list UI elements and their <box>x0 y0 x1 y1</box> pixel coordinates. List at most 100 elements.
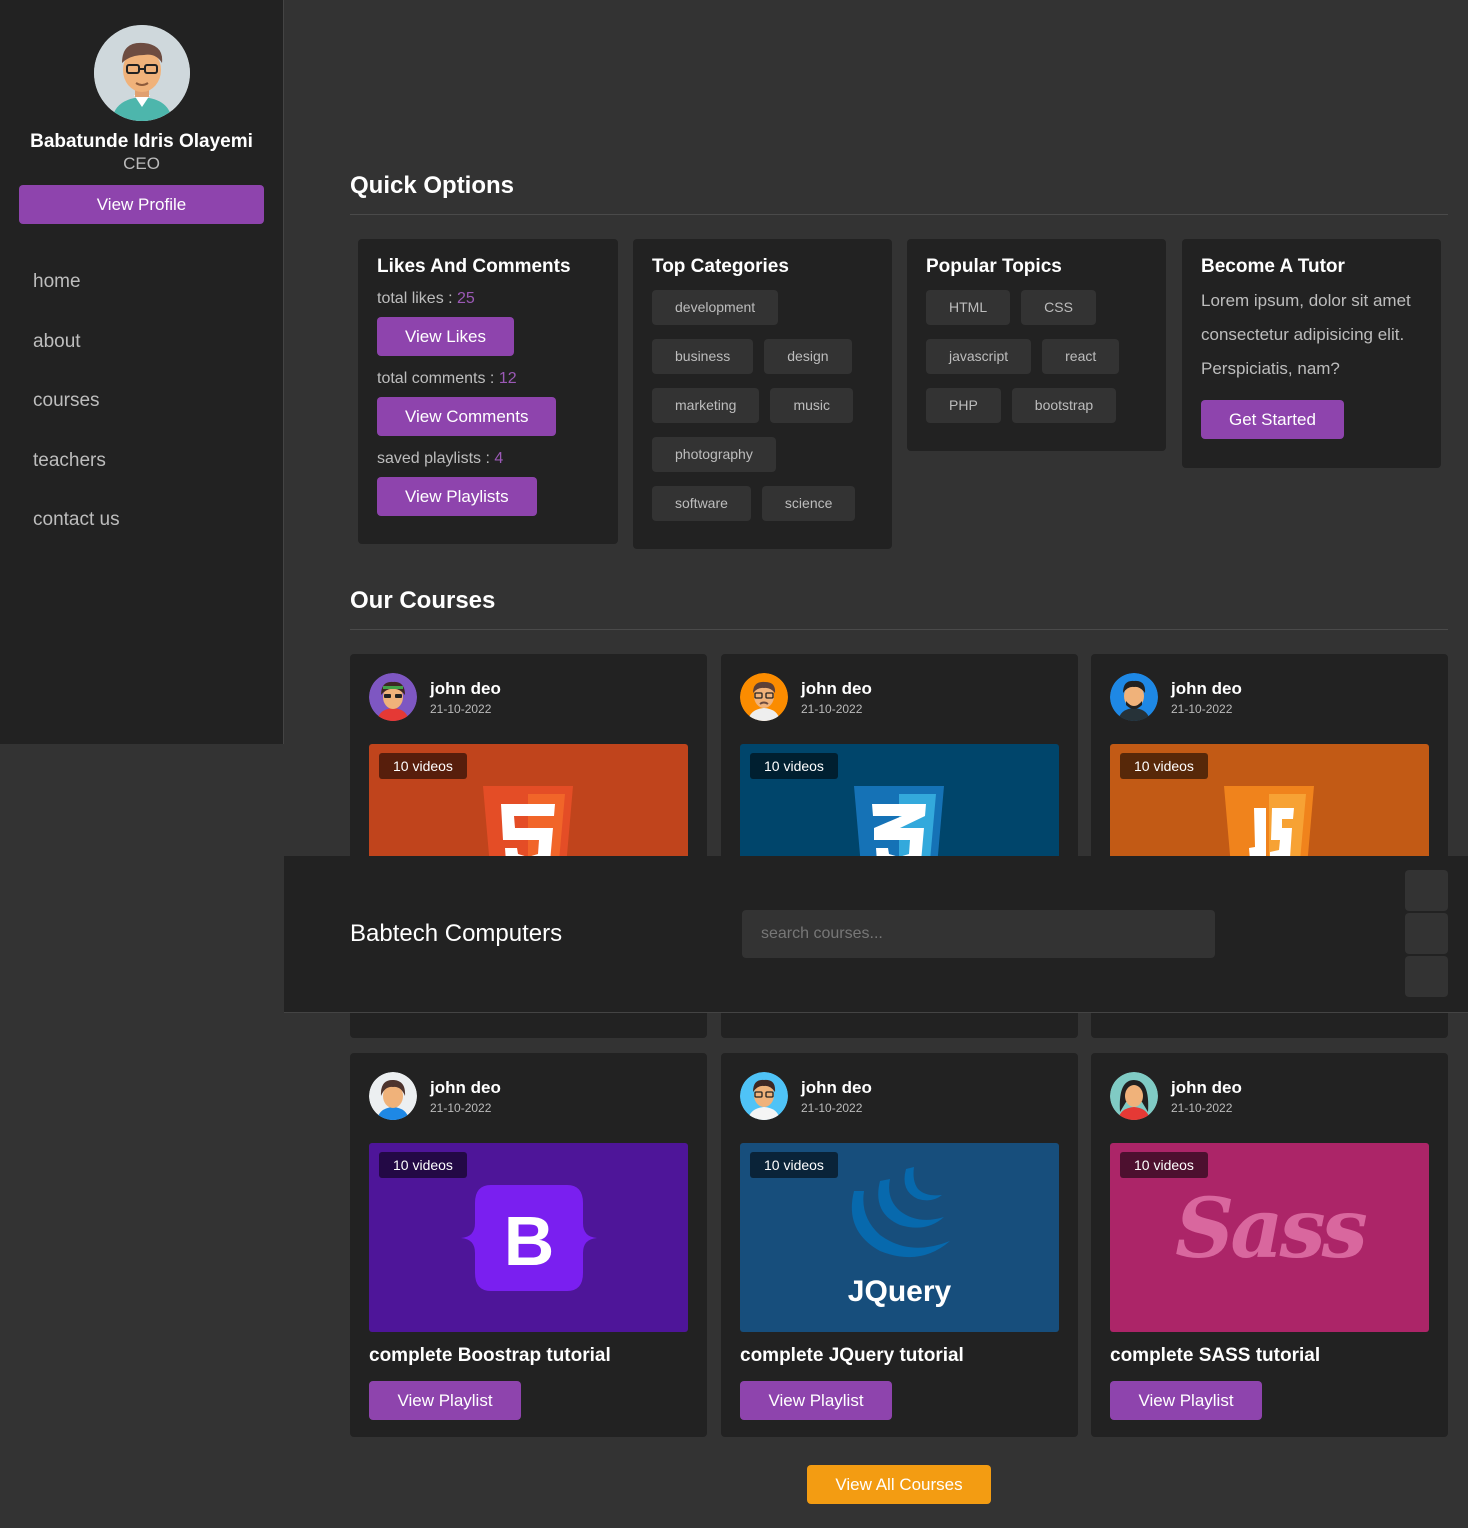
tag-marketing[interactable]: marketing <box>652 388 760 423</box>
tutor-info: john deo 21-10-2022 <box>1171 679 1242 716</box>
view-all-courses-button[interactable]: View All Courses <box>807 1465 991 1504</box>
sidebar: Babatunde Idris Olayemi CEO View Profile… <box>0 0 284 744</box>
course-thumbnail[interactable]: JQuery 10 videos <box>740 1143 1059 1332</box>
tutor-name[interactable]: john deo <box>430 679 501 699</box>
total-comments-label: total comments : <box>377 370 499 387</box>
total-likes: total likes : 25 <box>377 290 599 308</box>
view-playlist-button[interactable]: View Playlist <box>740 1381 892 1420</box>
tutor-row: john deo 21-10-2022 <box>1110 673 1429 721</box>
tutor-row: john deo 21-10-2022 <box>740 1072 1059 1120</box>
view-comments-button[interactable]: View Comments <box>377 397 557 436</box>
get-started-button[interactable]: Get Started <box>1201 400 1344 439</box>
tutor-avatar <box>740 1072 788 1120</box>
view-playlist-button[interactable]: View Playlist <box>369 1381 521 1420</box>
video-count-badge: 10 videos <box>379 753 467 779</box>
our-courses-title: Our Courses <box>350 587 496 614</box>
nav-item-contact[interactable]: contact us <box>0 494 283 554</box>
search-input[interactable] <box>742 910 1215 958</box>
nav-item-teachers[interactable]: teachers <box>0 435 283 495</box>
popular-topics-box: Popular Topics HTML CSS javascript react… <box>907 239 1166 451</box>
saved-playlists-value: 4 <box>494 450 504 467</box>
tutor-name[interactable]: john deo <box>1171 679 1242 699</box>
tag-development[interactable]: development <box>652 290 779 325</box>
tag-photography[interactable]: photography <box>652 437 776 472</box>
profile-name: Babatunde Idris Olayemi <box>30 131 253 152</box>
view-playlists-button[interactable]: View Playlists <box>377 477 537 516</box>
tag-javascript[interactable]: javascript <box>926 339 1032 374</box>
jquery-logo-text: JQuery <box>847 1275 952 1308</box>
bootstrap-logo-icon: B <box>461 1185 597 1291</box>
become-tutor-title: Become A Tutor <box>1201 256 1345 277</box>
total-comments-value: 12 <box>498 370 517 387</box>
course-thumbnail[interactable]: B 10 videos <box>369 1143 688 1332</box>
our-courses-divider <box>350 629 1448 630</box>
nav-item-about[interactable]: about <box>0 316 283 376</box>
tag-css[interactable]: CSS <box>1021 290 1096 325</box>
nav-item-courses[interactable]: courses <box>0 375 283 435</box>
nav-item-home[interactable]: home <box>0 256 283 316</box>
view-playlist-button[interactable]: View Playlist <box>1110 1381 1262 1420</box>
video-count-badge: 10 videos <box>1120 1152 1208 1178</box>
course-date: 21-10-2022 <box>1171 1100 1233 1115</box>
likes-comments-title: Likes And Comments <box>377 256 571 277</box>
course-date: 21-10-2022 <box>1171 701 1233 716</box>
likes-comments-box: Likes And Comments total likes : 25 View… <box>358 239 618 544</box>
saved-playlists: saved playlists : 4 <box>377 450 599 468</box>
course-thumbnail[interactable]: Sass 10 videos <box>1110 1143 1429 1332</box>
view-profile-button[interactable]: View Profile <box>19 185 264 224</box>
quick-options-divider <box>350 214 1448 215</box>
tutor-info: john deo 21-10-2022 <box>430 1078 501 1115</box>
tag-react[interactable]: react <box>1042 339 1120 374</box>
course-date: 21-10-2022 <box>430 701 492 716</box>
tutor-row: john deo 21-10-2022 <box>369 673 688 721</box>
course-card: john deo 21-10-2022 JQuery 10 videos com… <box>721 1053 1078 1437</box>
tag-spacer <box>787 437 847 472</box>
course-date: 21-10-2022 <box>801 1100 863 1115</box>
course-card: john deo 21-10-2022 Sass 10 videos compl… <box>1091 1053 1448 1437</box>
category-tags: development business design marketing mu… <box>652 290 877 521</box>
theme-toggle-icon[interactable] <box>1405 956 1448 997</box>
tag-business[interactable]: business <box>652 339 754 374</box>
tutor-name[interactable]: john deo <box>801 1078 872 1098</box>
tutor-row: john deo 21-10-2022 <box>740 673 1059 721</box>
tutor-avatar <box>369 1072 417 1120</box>
total-likes-value: 25 <box>457 290 475 307</box>
profile: Babatunde Idris Olayemi CEO View Profile <box>0 0 283 224</box>
brand-logo[interactable]: Babtech Computers <box>350 920 562 948</box>
tag-music[interactable]: music <box>770 388 854 423</box>
tutor-row: john deo 21-10-2022 <box>369 1072 688 1120</box>
become-tutor-text: Lorem ipsum, dolor sit amet consectetur … <box>1201 291 1411 378</box>
tag-software[interactable]: software <box>652 486 751 521</box>
quick-options-title: Quick Options <box>350 172 515 199</box>
tutor-name[interactable]: john deo <box>1171 1078 1242 1098</box>
menu-icon[interactable] <box>1405 870 1448 911</box>
tag-bootstrap[interactable]: bootstrap <box>1011 388 1117 423</box>
tutor-avatar <box>740 673 788 721</box>
video-count-badge: 10 videos <box>750 753 838 779</box>
view-likes-button[interactable]: View Likes <box>377 317 514 356</box>
tag-html[interactable]: HTML <box>926 290 1011 325</box>
profile-role: CEO <box>123 154 160 173</box>
tutor-info: john deo 21-10-2022 <box>1171 1078 1242 1115</box>
tutor-avatar <box>369 673 417 721</box>
tag-php[interactable]: PHP <box>926 388 1001 423</box>
jquery-swirl-icon <box>851 1167 950 1258</box>
saved-playlists-label: saved playlists : <box>377 450 495 467</box>
course-title: complete JQuery tutorial <box>740 1345 964 1366</box>
tag-spacer <box>789 290 849 325</box>
user-icon[interactable] <box>1405 913 1448 954</box>
tutor-info: john deo 21-10-2022 <box>430 679 501 716</box>
tutor-avatar <box>1110 673 1158 721</box>
sass-logo-icon: Sass <box>1175 1181 1368 1277</box>
course-title: complete Boostrap tutorial <box>369 1345 611 1366</box>
header: Babtech Computers <box>284 856 1468 1013</box>
top-categories-title: Top Categories <box>652 256 789 277</box>
become-tutor-box: Become A Tutor Lorem ipsum, dolor sit am… <box>1182 239 1441 468</box>
tag-science[interactable]: science <box>761 486 856 521</box>
tutor-name[interactable]: john deo <box>801 679 872 699</box>
profile-avatar <box>93 25 190 121</box>
tag-design[interactable]: design <box>764 339 852 374</box>
tutor-avatar <box>1110 1072 1158 1120</box>
tutor-info: john deo 21-10-2022 <box>801 1078 872 1115</box>
tutor-name[interactable]: john deo <box>430 1078 501 1098</box>
